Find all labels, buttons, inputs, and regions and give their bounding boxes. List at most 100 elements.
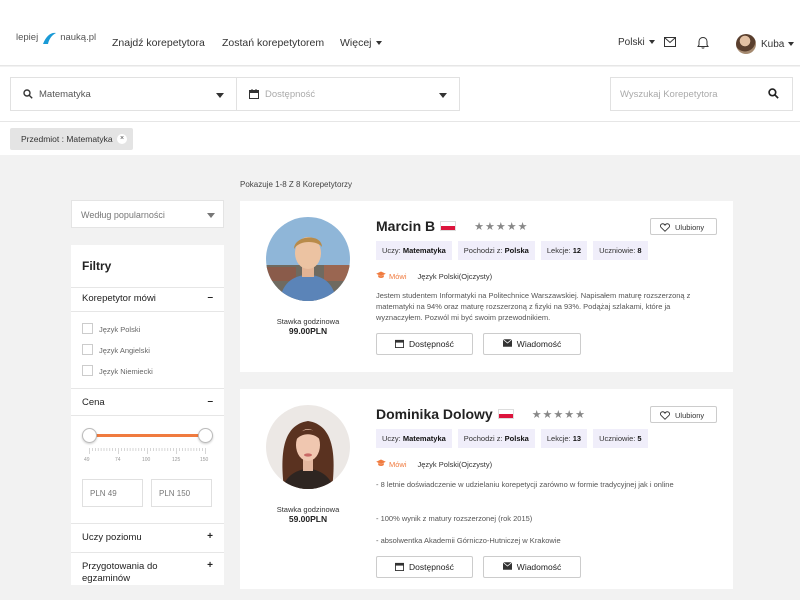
checkbox-label: Język Angielski [99, 346, 150, 355]
tutor-tags: Uczy: Matematyka Pochodzi z: Polska Lekc… [376, 429, 648, 448]
graduation-cap-icon [376, 459, 386, 469]
sort-select-value: Według popularności [81, 210, 165, 220]
favorite-label: Ulubiony [675, 223, 705, 232]
tag-value: Polska [504, 434, 529, 443]
tag-value: 13 [572, 434, 582, 443]
collapse-toggle[interactable]: – [207, 396, 213, 407]
tutor-description-line: - 100% wynik z matury rozszerzonej (rok … [376, 514, 533, 523]
divider [71, 415, 224, 416]
price-slider-min-handle[interactable] [82, 428, 97, 443]
checkbox-language-german[interactable] [82, 365, 93, 376]
tag-key: Uczniowie: [599, 434, 636, 443]
favorite-button[interactable]: Ulubiony [650, 218, 717, 235]
avatar[interactable] [736, 34, 756, 54]
collapse-toggle[interactable]: – [207, 292, 213, 303]
price-slider-ticks [89, 448, 206, 454]
envelope-icon[interactable] [664, 37, 676, 50]
active-filter-chip: Przedmiot : Matematyka × [10, 128, 133, 150]
filter-section-exams[interactable]: Przygotowania do egzaminów [82, 561, 192, 585]
price-min-input[interactable]: PLN 49 [82, 479, 143, 507]
divider [71, 311, 224, 312]
message-button[interactable]: Wiadomość [483, 556, 581, 578]
divider [71, 388, 224, 389]
search-icon [23, 89, 33, 102]
envelope-icon [502, 561, 513, 572]
logo-word-1: lepiej [16, 32, 39, 43]
availability-button-label: Dostępność [409, 339, 454, 349]
rating-stars: ★★★★★ [531, 408, 586, 421]
bell-icon[interactable] [697, 36, 709, 52]
filter-section-levels[interactable]: Uczy poziomu [82, 532, 142, 543]
logo-mark-icon [41, 30, 57, 44]
chevron-down-icon [439, 93, 447, 98]
favorite-label: Ulubiony [675, 411, 705, 420]
user-menu[interactable]: Kuba [761, 39, 795, 50]
checkbox-language-polish[interactable] [82, 323, 93, 334]
tag-value: Matematyka [402, 434, 446, 443]
availability-button[interactable]: Dostępność [376, 556, 473, 578]
poland-flag-icon [497, 409, 514, 419]
tutor-photo[interactable] [266, 405, 350, 489]
availability-select[interactable]: Dostępność [236, 77, 460, 111]
price-tick-label: 49 [84, 457, 90, 463]
logo[interactable]: lepiej nauką.pl [16, 30, 96, 44]
nav-become-tutor[interactable]: Zostań korepetytorem [222, 37, 324, 49]
tutor-name[interactable]: Marcin B [376, 218, 435, 234]
subject-select[interactable]: Matematyka [10, 77, 236, 111]
favorite-button[interactable]: Ulubiony [650, 406, 717, 423]
tag-value: 12 [572, 246, 582, 255]
filters-panel: Filtry Korepetytor mówi – Język Polski J… [71, 245, 224, 585]
sort-select[interactable]: Według popularności [71, 200, 224, 228]
envelope-icon [502, 338, 513, 349]
tutor-description-line: - 8 letnie doświadczenie w udzielaniu ko… [376, 480, 674, 489]
tutor-name-row: Dominika Dolowy ★★★★★ [376, 406, 586, 422]
language-selector[interactable]: Polski [618, 37, 655, 48]
language-label: Polski [618, 37, 645, 48]
divider [71, 523, 224, 524]
message-button[interactable]: Wiadomość [483, 333, 581, 355]
checkbox-language-english[interactable] [82, 344, 93, 355]
graduation-cap-icon [376, 271, 386, 281]
calendar-icon [395, 562, 405, 573]
tag-subject: Uczy: Matematyka [376, 241, 452, 260]
price-max-input[interactable]: PLN 150 [151, 479, 212, 507]
search-bar: Matematyka Dostępność Wyszukaj Korepetyt… [0, 67, 800, 122]
tutor-search-input[interactable]: Wyszukaj Korepetytora [610, 77, 793, 111]
tag-key: Uczniowie: [599, 246, 636, 255]
active-filter-label: Przedmiot : Matematyka [21, 134, 113, 144]
tutor-photo[interactable] [266, 217, 350, 301]
heart-icon [660, 223, 670, 235]
active-filters-bar: Przedmiot : Matematyka × [0, 122, 800, 155]
filter-section-price[interactable]: Cena [82, 397, 105, 408]
tag-value: Matematyka [402, 246, 446, 255]
availability-button-label: Dostępność [409, 562, 454, 572]
chevron-down-icon [207, 213, 215, 218]
tag-students: Uczniowie: 8 [593, 241, 648, 260]
nav-more[interactable]: Więcej [340, 37, 382, 49]
tutor-name-row: Marcin B ★★★★★ [376, 218, 528, 234]
tag-key: Uczy: [382, 434, 401, 443]
expand-toggle[interactable]: + [207, 560, 213, 571]
tutor-languages: Mówi Język Polski(Ojczysty) [376, 459, 492, 469]
price-slider-max-handle[interactable] [198, 428, 213, 443]
tag-subject: Uczy: Matematyka [376, 429, 452, 448]
tutor-name[interactable]: Dominika Dolowy [376, 406, 493, 422]
hourly-rate-label: Stawka godzinowa [276, 317, 340, 326]
hourly-rate-value: 99.00PLN [288, 326, 328, 336]
tutor-card: Stawka godzinowa 99.00PLN Marcin B ★★★★★… [240, 201, 733, 372]
chevron-down-icon [788, 42, 795, 47]
rating-stars: ★★★★★ [474, 220, 529, 233]
nav-find-tutor[interactable]: Znajdź korepetytora [112, 37, 205, 49]
search-icon[interactable] [768, 88, 779, 102]
tutor-card: Stawka godzinowa 59.00PLN Dominika Dolow… [240, 389, 733, 589]
speaks-label: Mówi [389, 271, 407, 281]
results-count: Pokazuje 1-8 Z 8 Korepetytorzy [240, 180, 353, 189]
calendar-icon [249, 89, 259, 102]
logo-word-2: nauką.pl [60, 32, 97, 43]
close-icon[interactable]: × [117, 134, 127, 144]
price-slider-track[interactable] [89, 434, 206, 437]
availability-button[interactable]: Dostępność [376, 333, 473, 355]
filter-section-languages[interactable]: Korepetytor mówi [82, 293, 156, 304]
price-max-placeholder: PLN 150 [159, 489, 191, 498]
expand-toggle[interactable]: + [207, 531, 213, 542]
